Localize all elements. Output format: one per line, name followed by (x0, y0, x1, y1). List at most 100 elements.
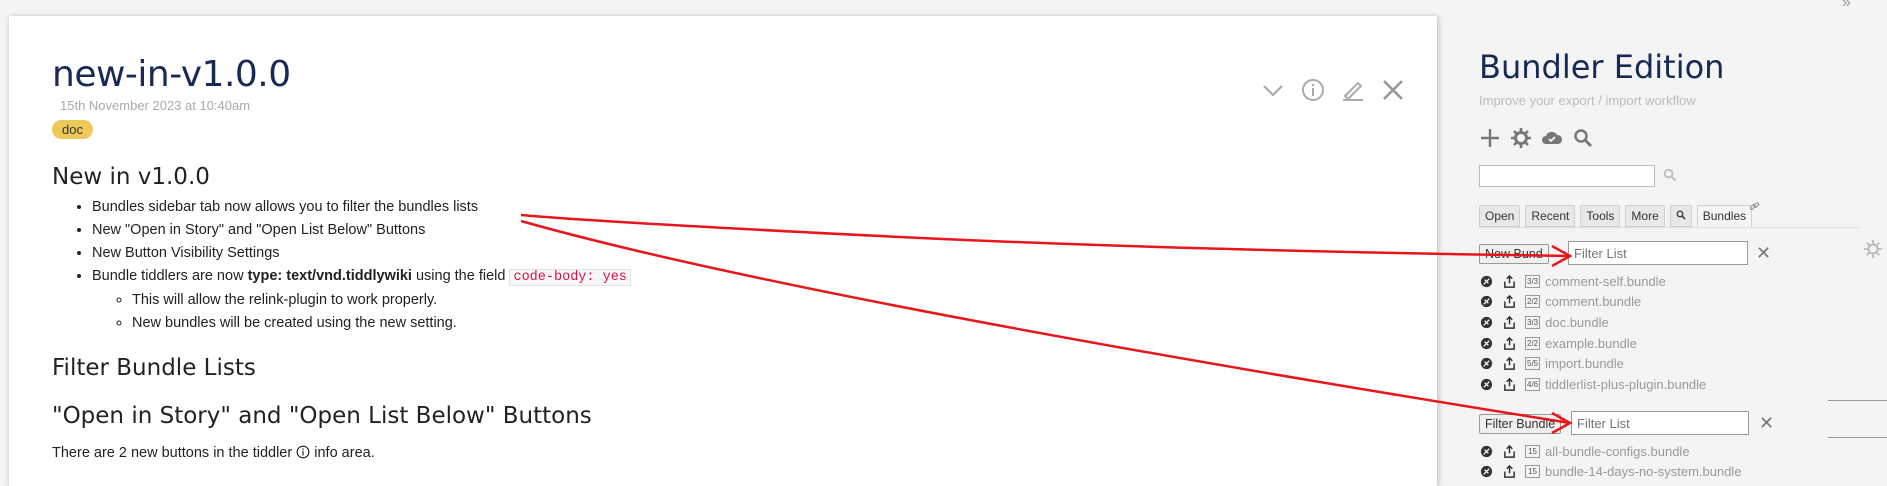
export-icon[interactable] (1502, 274, 1516, 288)
list-item: 2/2 comment.bundle (1479, 292, 1706, 313)
filter-list-input[interactable] (1568, 241, 1748, 265)
bundle-link[interactable]: comment.bundle (1545, 294, 1641, 309)
site-subtitle: Improve your export / import workflow (1479, 93, 1696, 108)
bundle-list: 15 all-bundle-configs.bundle 15 bundle-14-d… (1479, 441, 1742, 482)
tab-search[interactable] (1669, 205, 1692, 227)
edit-icon[interactable] (1337, 74, 1369, 106)
tiddler-count: 2/2 (1525, 295, 1541, 309)
new-bundle-button[interactable]: New Bund (1479, 244, 1549, 264)
bundle-icon[interactable] (1479, 377, 1493, 391)
bundle-icon[interactable] (1479, 357, 1493, 371)
bundle-link[interactable]: import.bundle (1545, 356, 1624, 371)
search-icon[interactable] (1663, 168, 1677, 187)
close-icon[interactable] (1377, 74, 1409, 106)
bundle-icon[interactable] (1479, 444, 1493, 458)
export-icon[interactable] (1502, 315, 1516, 329)
list-item: This will allow the relink-plugin to wor… (132, 289, 1412, 312)
gear-icon[interactable] (1864, 240, 1882, 263)
cloud-icon[interactable] (1541, 127, 1563, 149)
tag-doc[interactable]: doc (52, 120, 93, 139)
tab-more[interactable]: More (1625, 205, 1665, 227)
double-chevron-right-icon[interactable]: » (1842, 0, 1851, 12)
list-item: New bundles will be created using the ne… (132, 312, 1412, 335)
bullet-text: New "Open in Story" and "Open List Below… (92, 222, 426, 238)
inline-code: code-body: yes (509, 269, 631, 286)
bundle-link[interactable]: comment-self.bundle (1545, 274, 1666, 289)
paragraph-text: There are 2 new buttons in the tiddler (52, 445, 297, 461)
bundle-icon[interactable] (1479, 336, 1493, 350)
bullet-bold: type: text/vnd.tiddlywiki (247, 268, 412, 284)
list-item: 3/3 comment-self.bundle (1479, 271, 1706, 292)
bundle-link[interactable]: example.bundle (1545, 336, 1637, 351)
tiddler: new-in-v1.0.0 15th November 2023 at 10:4… (9, 16, 1437, 486)
bundle-icon[interactable] (1479, 295, 1493, 309)
heading-filter-bundle-lists: Filter Bundle Lists (52, 355, 256, 381)
list-item: Bundles sidebar tab now allows you to fi… (92, 196, 1412, 219)
heading-open-buttons: "Open in Story" and "Open List Below" Bu… (52, 403, 592, 429)
filter-bundle-button[interactable]: Filter Bundle (1479, 414, 1562, 434)
tab-recent[interactable]: Recent (1525, 205, 1576, 227)
paragraph-info-area: There are 2 new buttons in the tiddler i… (52, 445, 1412, 463)
export-icon[interactable] (1502, 336, 1516, 350)
link-icon[interactable] (1749, 199, 1760, 217)
bullet-text: New Button Visibility Settings (92, 245, 280, 261)
bundle-list: 3/3 comment-self.bundle 2/2 comment.bundle 3… (1479, 271, 1706, 395)
tiddler-controls (1257, 74, 1409, 106)
export-icon[interactable] (1502, 357, 1516, 371)
plus-icon[interactable] (1479, 127, 1501, 149)
tiddler-body: New in v1.0.0 Bundles sidebar tab now al… (52, 164, 1412, 463)
search-input[interactable] (1479, 165, 1655, 187)
new-features-list: Bundles sidebar tab now allows you to fi… (52, 196, 1412, 335)
filter-list-input[interactable] (1571, 411, 1749, 435)
export-icon[interactable] (1502, 444, 1516, 458)
export-icon[interactable] (1502, 377, 1516, 391)
clear-filter-icon[interactable]: ✕ (1756, 243, 1771, 264)
list-item: 15 bundle-14-days-no-system.bundle (1479, 462, 1742, 483)
tab-divider (1479, 227, 1859, 228)
bullet-text: This will allow the relink-plugin to wor… (132, 292, 438, 308)
tab-tools[interactable]: Tools (1580, 205, 1621, 227)
tiddler-count: 2/2 (1525, 336, 1541, 350)
tiddler-count: 5/5 (1525, 357, 1541, 371)
info-icon (296, 445, 310, 463)
bundle-icon[interactable] (1479, 274, 1493, 288)
list-item: 15 all-bundle-configs.bundle (1479, 441, 1742, 462)
export-icon[interactable] (1502, 465, 1516, 479)
bundle-link[interactable]: doc.bundle (1545, 315, 1609, 330)
bullet-text: Bundles sidebar tab now allows you to fi… (92, 199, 479, 215)
clear-filter-icon[interactable]: ✕ (1759, 413, 1774, 434)
tab-open[interactable]: Open (1479, 205, 1521, 227)
list-item: 5/5 import.bundle (1479, 353, 1706, 374)
list-item: New Button Visibility Settings (92, 242, 1412, 265)
tiddler-count: 15 (1525, 444, 1540, 458)
bundle-link[interactable]: all-bundle-configs.bundle (1545, 444, 1690, 459)
bundle-link[interactable]: bundle-14-days-no-system.bundle (1545, 464, 1742, 479)
page-controls (1479, 127, 1594, 149)
sidebar: » Bundler Edition Improve your export / … (1460, 0, 1887, 480)
bundle-link[interactable]: tiddlerlist-plus-plugin.bundle (1545, 377, 1706, 392)
tiddler-count: 15 (1525, 465, 1540, 479)
tab-bundles[interactable]: Bundles (1696, 205, 1753, 227)
list-item: 4/6 tiddlerlist-plus-plugin.bundle (1479, 374, 1706, 395)
bullet-text: using the field (411, 268, 510, 284)
tiddler-count: 3/3 (1525, 274, 1541, 288)
panel-divider (1828, 400, 1887, 401)
info-icon[interactable] (1297, 74, 1329, 106)
tiddler-title: new-in-v1.0.0 (52, 54, 291, 95)
sub-list: This will allow the relink-plugin to wor… (92, 289, 1412, 335)
search-icon[interactable] (1572, 127, 1594, 149)
list-item: Bundle tiddlers are now type: text/vnd.t… (92, 265, 1412, 335)
chevron-down-icon[interactable] (1257, 74, 1289, 106)
bullet-text: New bundles will be created using the ne… (132, 315, 457, 331)
tiddler-count: 3/3 (1525, 315, 1541, 329)
heading-new-in: New in v1.0.0 (52, 164, 210, 190)
paragraph-text: info area. (310, 445, 375, 461)
bundle-icon[interactable] (1479, 315, 1493, 329)
bundle-icon[interactable] (1479, 465, 1493, 479)
tiddler-count: 4/6 (1525, 377, 1541, 391)
export-icon[interactable] (1502, 295, 1516, 309)
gear-icon[interactable] (1510, 127, 1532, 149)
list-item: 3/3 doc.bundle (1479, 312, 1706, 333)
site-title: Bundler Edition (1479, 48, 1725, 86)
list-item: New "Open in Story" and "Open List Below… (92, 219, 1412, 242)
